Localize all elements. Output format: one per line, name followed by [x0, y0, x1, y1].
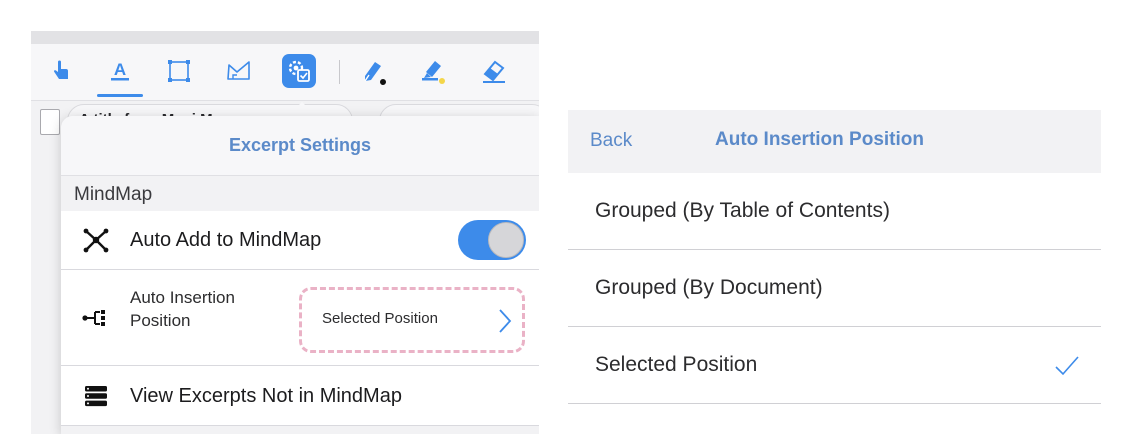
option-selected-position[interactable]: Selected Position — [568, 327, 1101, 404]
chevron-right-icon — [498, 308, 512, 339]
highlighter-icon — [418, 56, 448, 86]
lasso-icon — [225, 58, 253, 84]
text-highlight-icon: A — [107, 58, 133, 84]
auto-insertion-position-label: Auto Insertion Position — [130, 288, 235, 330]
option-label: Grouped (By Document) — [595, 276, 823, 299]
option-label: Grouped (By Table of Contents) — [595, 199, 890, 222]
hand-pointer-icon — [49, 59, 73, 83]
option-label: Selected Position — [595, 353, 758, 376]
highlighter-tool[interactable] — [416, 54, 450, 88]
pen-tool[interactable] — [357, 54, 391, 88]
toggle-knob — [488, 222, 524, 258]
auto-add-mindmap-row: Auto Add to MindMap — [61, 211, 539, 270]
back-button[interactable]: Back — [590, 130, 632, 152]
text-highlight-tool[interactable]: A — [103, 54, 137, 88]
mindmap-node-icon — [81, 225, 111, 255]
auto-insertion-position-row[interactable]: Auto Insertion Position Selected Positio… — [61, 270, 539, 366]
svg-text:A: A — [114, 60, 126, 79]
lasso-tool[interactable] — [222, 54, 256, 88]
toolbar-divider — [339, 60, 340, 84]
popover-header: Excerpt Settings — [61, 116, 539, 176]
popover-arrow — [288, 102, 316, 116]
excerpt-settings-screen: A Excerpt Settings MindMap Auto Add to M… — [31, 31, 539, 434]
insertion-tree-icon — [81, 303, 111, 333]
auto-insertion-header: Back Auto Insertion Position — [568, 110, 1101, 173]
active-tool-underline — [97, 94, 143, 97]
option-grouped-by-toc[interactable]: Grouped (By Table of Contents) — [568, 173, 1101, 250]
auto-insertion-title: Auto Insertion Position — [715, 129, 924, 150]
popover-title: Excerpt Settings — [228, 135, 372, 155]
option-grouped-by-document[interactable]: Grouped (By Document) — [568, 250, 1101, 327]
auto-add-mindmap-toggle[interactable] — [458, 220, 526, 260]
auto-insertion-position-value: Selected Position — [322, 310, 438, 327]
hand-pointer-tool[interactable] — [44, 54, 78, 88]
rectangle-select-icon — [166, 58, 192, 84]
auto-add-mindmap-label: Auto Add to MindMap — [130, 229, 322, 251]
checkmark-icon — [1054, 355, 1080, 382]
rectangle-select-tool[interactable] — [162, 54, 196, 88]
excerpt-settings-tool[interactable] — [282, 54, 316, 88]
annotation-toolbar: A — [31, 44, 539, 101]
section-label-mindmap: MindMap — [74, 184, 153, 205]
view-excerpts-label: View Excerpts Not in MindMap — [130, 385, 402, 407]
view-excerpts-row[interactable]: View Excerpts Not in MindMap — [61, 366, 539, 426]
pen-icon — [359, 56, 389, 86]
stack-list-icon — [81, 381, 111, 411]
eraser-tool[interactable] — [477, 54, 511, 88]
excerpt-settings-popover: Excerpt Settings MindMap Auto Add to Min… — [61, 116, 539, 434]
document-icon — [40, 109, 60, 135]
eraser-icon — [479, 56, 509, 86]
status-strip — [31, 31, 539, 44]
excerpt-settings-icon — [286, 58, 312, 84]
